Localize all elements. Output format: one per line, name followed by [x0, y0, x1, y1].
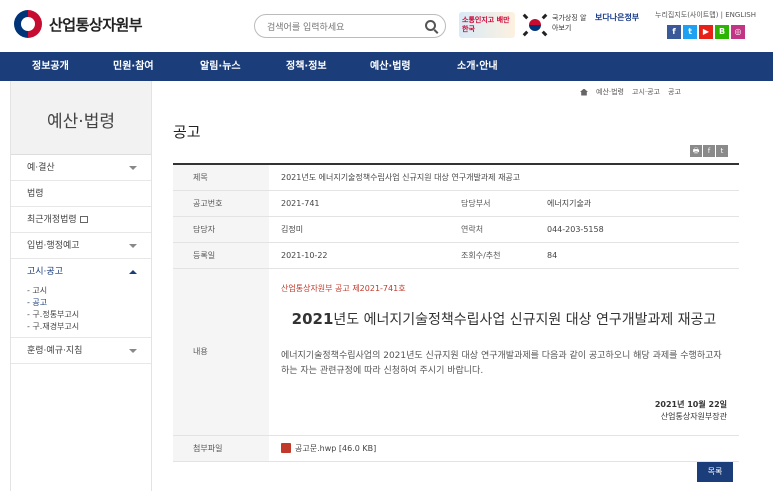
facebook-icon[interactable]: f — [667, 25, 681, 39]
nav-item-civil[interactable]: 민원·참여 — [113, 52, 154, 81]
notice-body: 에너지기술정책수립사업의 2021년도 신규지원 대상 연구개발과제를 다음과 … — [281, 350, 722, 376]
sidebar-item-budget[interactable]: 예·결산 — [11, 155, 151, 181]
twitter-share-icon[interactable]: t — [716, 145, 728, 157]
label-views: 조회수/추천 — [449, 242, 535, 269]
chevron-down-icon — [129, 349, 137, 353]
notice-sign-date: 2021년 10월 22일 — [654, 399, 727, 409]
site-logo[interactable]: 산업통상자원부 — [14, 10, 143, 38]
submenu-item-gosi[interactable]: - 고시 — [27, 285, 151, 297]
notice-org: 산업통상자원부 공고 제2021-741호 — [281, 283, 406, 293]
national-flag-icon[interactable] — [522, 12, 548, 38]
label-dept: 담당부서 — [449, 190, 535, 217]
submenu-item-old-mic[interactable]: - 구.정통부고시 — [27, 309, 151, 321]
print-icon[interactable]: 🖶 — [690, 145, 702, 157]
breadcrumb-item[interactable]: 공고 — [668, 87, 681, 97]
submenu-item-notice[interactable]: - 공고 — [27, 297, 151, 309]
nav-item-budget[interactable]: 예산·법령 — [370, 52, 411, 81]
chevron-down-icon — [129, 244, 137, 248]
notice-title-text: 년도 에너지기술정책수립사업 신규지원 대상 연구개발과제 재공고 — [333, 311, 717, 328]
table-row: 내용 산업통상자원부 공고 제2021-741호 2021년도 에너지기술정책수… — [173, 268, 739, 436]
global-nav: 정보공개 민원·참여 알림·뉴스 정책·정보 예산·법령 소개·안내 — [0, 52, 773, 81]
table-row: 제목 2021년도 에너지기술정책수립사업 신규지원 대상 연구개발과제 재공고 — [173, 164, 739, 191]
notice-sign-org: 산업통상자원부장관 — [660, 411, 727, 421]
header: 산업통상자원부 소통인지고 배만한국 국가상징 알아보기 보다나은정부 누리집지… — [0, 0, 773, 52]
notice-title: 2021년도 에너지기술정책수립사업 신규지원 대상 연구개발과제 재공고 — [281, 309, 727, 329]
post-date: 2021-10-22 — [269, 242, 449, 269]
better-government-banner[interactable]: 보다나은정부 — [595, 12, 639, 23]
nav-item-policy[interactable]: 정책·정보 — [286, 52, 327, 81]
table-row: 첨부파일 공고문.hwp [46.0 KB] — [173, 435, 739, 462]
submenu-item-old-mofe[interactable]: - 구.재경부고시 — [27, 321, 151, 333]
post-content: 산업통상자원부 공고 제2021-741호 2021년도 에너지기술정책수립사업… — [269, 268, 739, 436]
home-icon[interactable] — [580, 88, 588, 96]
post-manager: 김정미 — [269, 216, 449, 243]
post-table: 제목 2021년도 에너지기술정책수립사업 신규지원 대상 연구개발과제 재공고… — [173, 163, 739, 462]
blog-icon[interactable]: B — [715, 25, 729, 39]
label-attachment: 첨부파일 — [173, 435, 269, 462]
page-title: 공고 — [173, 123, 201, 141]
label-date: 등록일 — [173, 242, 269, 269]
breadcrumb-item[interactable]: 고시·공고 — [632, 87, 660, 97]
post-number: 2021-741 — [269, 190, 449, 217]
sidebar-item-label: 예·결산 — [27, 163, 55, 173]
post-dept: 에너지기술과 — [535, 190, 739, 217]
breadcrumb: 예산·법령 고시·공고 공고 — [580, 87, 681, 97]
sidebar-item-legislation[interactable]: 입법·행정예고 — [11, 233, 151, 259]
table-row: 공고번호 2021-741 담당부서 에너지기술과 — [173, 190, 739, 217]
sidebar-item-directives[interactable]: 훈령·예규·지침 — [11, 338, 151, 364]
label-manager: 담당자 — [173, 216, 269, 243]
nav-item-about[interactable]: 소개·안내 — [457, 52, 498, 81]
sidebar-item-notice[interactable]: 고시·공고 — [11, 259, 151, 285]
sidebar-title: 예산·법령 — [11, 81, 151, 155]
new-window-icon — [79, 216, 88, 223]
sns-links: f t ▶ B ◎ — [667, 25, 745, 39]
nav-item-info[interactable]: 정보공개 — [32, 52, 69, 81]
util-links[interactable]: 누리집지도(사이트맵) | ENGLISH — [655, 10, 756, 20]
sidebar-submenu: - 고시 - 공고 - 구.정통부고시 - 구.재경부고시 — [11, 285, 151, 338]
youtube-icon[interactable]: ▶ — [699, 25, 713, 39]
post-views: 84 — [535, 242, 739, 269]
hwp-file-icon — [281, 443, 291, 453]
national-symbol-link[interactable]: 국가상징 알아보기 — [552, 13, 590, 33]
sidebar-item-law[interactable]: 법령 — [11, 181, 151, 207]
campaign-banner[interactable]: 소통인지고 배만한국 — [459, 12, 515, 38]
twitter-icon[interactable]: t — [683, 25, 697, 39]
instagram-icon[interactable]: ◎ — [731, 25, 745, 39]
search-icon[interactable] — [425, 20, 436, 31]
sidebar-item-label: 고시·공고 — [27, 267, 63, 277]
label-content: 내용 — [173, 268, 269, 436]
sidebar-item-recent-law[interactable]: 최근개정법령 — [11, 207, 151, 233]
attachment-link[interactable]: 공고문.hwp [46.0 KB] — [269, 435, 739, 462]
post-contact: 044-203-5158 — [535, 216, 739, 243]
label-contact: 연락처 — [449, 216, 535, 243]
sidebar-item-label: 법령 — [27, 189, 44, 199]
chevron-down-icon — [129, 166, 137, 170]
label-subject: 제목 — [173, 164, 269, 191]
sidebar-item-label: 최근개정법령 — [27, 215, 77, 225]
notice-signature: 2021년 10월 22일 산업통상자원부장관 — [281, 399, 727, 423]
search-box — [254, 14, 446, 39]
post-subject: 2021년도 에너지기술정책수립사업 신규지원 대상 연구개발과제 재공고 — [269, 164, 739, 191]
search-input[interactable] — [255, 17, 415, 39]
sidebar-item-label: 입법·행정예고 — [27, 241, 80, 251]
government-emblem-icon — [14, 10, 42, 38]
share-buttons: 🖶 f t — [690, 145, 728, 157]
sidebar: 예산·법령 예·결산 법령 최근개정법령 입법·행정예고 고시·공고 - 고시 … — [10, 81, 152, 491]
table-row: 담당자 김정미 연락처 044-203-5158 — [173, 216, 739, 243]
list-button[interactable]: 목록 — [697, 462, 733, 482]
attachment-name: 공고문.hwp [46.0 KB] — [295, 443, 377, 453]
label-number: 공고번호 — [173, 190, 269, 217]
sidebar-item-label: 훈령·예규·지침 — [27, 346, 83, 356]
table-row: 등록일 2021-10-22 조회수/추천 84 — [173, 242, 739, 269]
logo-text: 산업통상자원부 — [49, 15, 143, 34]
facebook-share-icon[interactable]: f — [703, 145, 715, 157]
notice-title-year: 2021 — [291, 309, 334, 328]
nav-item-news[interactable]: 알림·뉴스 — [200, 52, 241, 81]
chevron-up-icon — [129, 270, 137, 274]
breadcrumb-item[interactable]: 예산·법령 — [596, 87, 624, 97]
